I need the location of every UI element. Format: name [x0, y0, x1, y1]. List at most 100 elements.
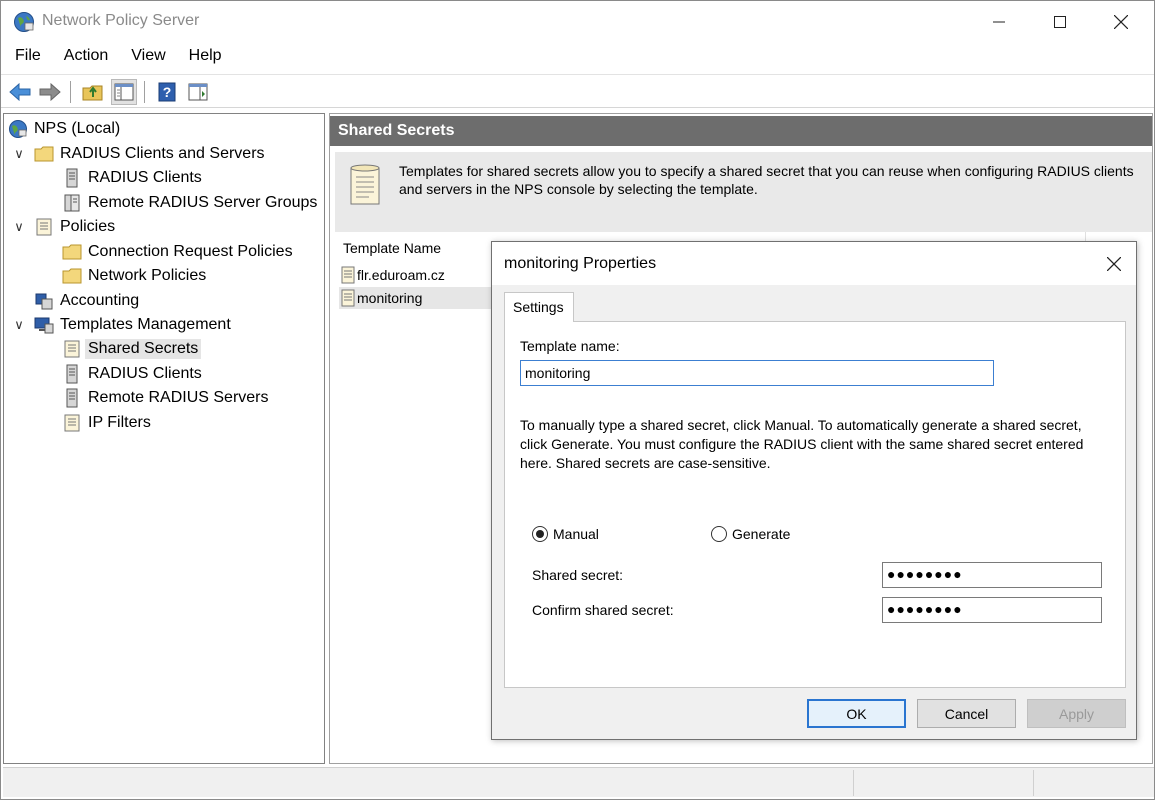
- scroll-icon: [341, 289, 355, 307]
- properties-icon: [188, 83, 208, 101]
- chevron-down-icon[interactable]: ∨: [12, 219, 26, 235]
- tree-item-label: Connection Request Policies: [88, 243, 293, 260]
- nps-window: Network Policy Server File Action View H…: [0, 0, 1155, 800]
- menu-file[interactable]: File: [7, 45, 49, 71]
- cancel-button[interactable]: Cancel: [917, 699, 1016, 728]
- policy-scroll-icon: [36, 218, 52, 236]
- template-name-input[interactable]: [520, 360, 994, 386]
- tree-item-shared-secrets[interactable]: Shared Secrets: [62, 337, 202, 361]
- toolbar-separator: [70, 81, 71, 103]
- tree-item-label: Network Policies: [88, 267, 207, 284]
- settings-panel: Template name: To manually type a shared…: [504, 321, 1126, 688]
- tree-item-label: RADIUS Clients: [88, 365, 202, 382]
- tree-item-radius-clients[interactable]: RADIUS Clients: [62, 166, 202, 190]
- templates-management-icon: [34, 317, 54, 334]
- confirm-secret-label: Confirm shared secret:: [532, 602, 674, 618]
- up-folder-icon: [82, 85, 103, 101]
- folder-icon: [62, 268, 82, 284]
- close-button[interactable]: [1098, 1, 1144, 43]
- dialog-close-button[interactable]: [1100, 250, 1128, 278]
- tree-item-label: Policies: [60, 218, 116, 235]
- menu-help[interactable]: Help: [181, 45, 230, 71]
- tree-item-network-policies[interactable]: Network Policies: [62, 264, 206, 288]
- server-icon: [66, 388, 78, 408]
- toolbar: ?: [1, 74, 1154, 108]
- close-icon: [1114, 15, 1128, 29]
- show-hide-tree-button[interactable]: [111, 79, 137, 105]
- tab-settings[interactable]: Settings: [504, 292, 574, 322]
- nps-globe-icon: [14, 12, 34, 32]
- tree-item-templates-management[interactable]: ∨ Templates Management: [12, 313, 231, 337]
- accounting-icon: [35, 293, 53, 310]
- forward-button[interactable]: [37, 79, 63, 105]
- manual-radio-label: Manual: [553, 526, 599, 542]
- list-item-label: monitoring: [357, 290, 423, 306]
- window-title: Network Policy Server: [42, 12, 200, 29]
- scroll-icon: [64, 414, 80, 432]
- back-arrow-icon: [9, 83, 31, 101]
- generate-radio-option[interactable]: Generate: [711, 526, 790, 542]
- shared-secret-label: Shared secret:: [532, 567, 624, 583]
- shared-secret-input[interactable]: ●●●●●●●●: [882, 562, 1102, 588]
- scroll-icon: [341, 266, 355, 284]
- forward-arrow-icon: [39, 83, 61, 101]
- menu-view[interactable]: View: [123, 45, 173, 71]
- chevron-down-icon[interactable]: ∨: [12, 146, 26, 162]
- tree-item-nps-local[interactable]: NPS (Local): [8, 117, 120, 141]
- generate-radio[interactable]: [711, 526, 727, 542]
- properties-dialog: monitoring Properties Settings Template …: [491, 241, 1137, 740]
- template-name-label: Template name:: [520, 338, 620, 354]
- manual-radio[interactable]: [532, 526, 548, 542]
- shared-secret-description: To manually type a shared secret, click …: [520, 417, 1084, 471]
- close-icon: [1107, 257, 1121, 271]
- tree-item-label: IP Filters: [88, 414, 151, 431]
- menu-action[interactable]: Action: [56, 45, 116, 71]
- server-icon: [66, 364, 78, 384]
- confirm-secret-input[interactable]: ●●●●●●●●: [882, 597, 1102, 623]
- apply-button[interactable]: Apply: [1027, 699, 1126, 728]
- server-icon: [66, 168, 78, 188]
- show-hide-tree-icon: [114, 83, 134, 101]
- info-box: Templates for shared secrets allow you t…: [335, 152, 1152, 234]
- tree-item-label: Shared Secrets: [85, 339, 202, 359]
- minimize-button[interactable]: [976, 1, 1022, 43]
- manual-radio-option[interactable]: Manual: [532, 526, 599, 542]
- generate-radio-label: Generate: [732, 526, 791, 542]
- status-separator: [1033, 770, 1034, 796]
- svg-text:?: ?: [163, 84, 172, 100]
- tree-item-accounting[interactable]: Accounting: [34, 289, 139, 313]
- status-separator: [853, 770, 854, 796]
- title-bar: Network Policy Server: [1, 1, 1154, 43]
- status-bar: [3, 767, 1154, 797]
- tree-item-remote-radius-server-groups[interactable]: Remote RADIUS Server Groups: [62, 191, 317, 215]
- maximize-button[interactable]: [1037, 1, 1083, 43]
- tree-item-ip-filters[interactable]: IP Filters: [62, 411, 151, 435]
- up-level-button[interactable]: [80, 79, 106, 105]
- tree-item-label: Remote RADIUS Server Groups: [88, 194, 318, 211]
- toolbar-separator: [144, 81, 145, 103]
- help-button[interactable]: ?: [154, 79, 180, 105]
- help-icon: ?: [158, 82, 176, 102]
- chevron-down-icon[interactable]: ∨: [12, 317, 26, 333]
- tree-item-policies[interactable]: ∨ Policies: [12, 215, 115, 239]
- list-item-label: flr.eduroam.cz: [357, 267, 445, 283]
- column-header-template-name[interactable]: Template Name: [343, 240, 441, 256]
- ok-button[interactable]: OK: [807, 699, 906, 728]
- list-item[interactable]: monitoring: [339, 287, 491, 309]
- tree-item-template-radius-clients[interactable]: RADIUS Clients: [62, 362, 202, 386]
- nps-globe-icon: [9, 120, 27, 138]
- properties-button[interactable]: [185, 79, 211, 105]
- tree-item-label: Remote RADIUS Servers: [88, 389, 269, 406]
- scroll-icon: [64, 340, 80, 358]
- tree-item-label: RADIUS Clients: [88, 169, 202, 186]
- info-text: Templates for shared secrets allow you t…: [399, 163, 1134, 197]
- server-group-icon: [64, 194, 80, 212]
- dialog-title: monitoring Properties: [504, 255, 657, 272]
- back-button[interactable]: [7, 79, 33, 105]
- tree-item-label: NPS (Local): [34, 120, 121, 137]
- tree-item-remote-radius-servers[interactable]: Remote RADIUS Servers: [62, 386, 269, 410]
- tree-item-connection-request-policies[interactable]: Connection Request Policies: [62, 240, 293, 264]
- folder-icon: [34, 146, 54, 162]
- tree-item-radius-clients-and-servers[interactable]: ∨ RADIUS Clients and Servers: [12, 142, 264, 166]
- list-item[interactable]: flr.eduroam.cz: [339, 264, 491, 286]
